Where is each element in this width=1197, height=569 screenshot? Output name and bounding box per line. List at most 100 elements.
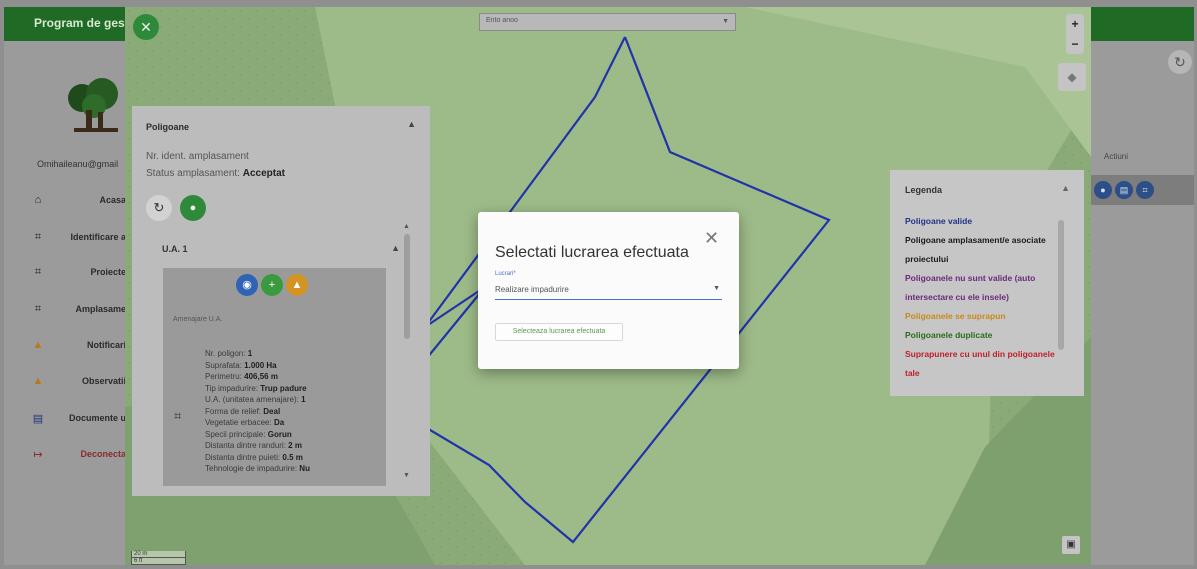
dialog-title: Selectati lucrarea efectuata bbox=[495, 244, 689, 261]
chevron-down-icon: ▼ bbox=[713, 285, 720, 292]
detail-row: Suprafata: 1.000 Ha bbox=[205, 360, 277, 370]
status-value: Acceptat bbox=[242, 168, 285, 179]
eye-icon: ◉ bbox=[242, 279, 252, 291]
legend-item: Poligoanele se suprapun bbox=[905, 311, 1006, 321]
ua-label: U.A. 1 bbox=[162, 244, 188, 254]
scrollbar-thumb[interactable] bbox=[1058, 220, 1064, 350]
legend-item: Poligoane valide bbox=[905, 216, 973, 226]
collapse-icon[interactable]: ▲ bbox=[1061, 183, 1070, 193]
detail-row: Tip impadurire: Trup padure bbox=[205, 383, 307, 393]
plot-select-placeholder: Ento anoo bbox=[486, 17, 518, 24]
work-select[interactable]: Realizare impadurire ▼ bbox=[495, 284, 722, 300]
chevron-up-icon: ▲ bbox=[391, 243, 400, 253]
detail-row: Perimetru: 406,56 m bbox=[205, 372, 278, 381]
sidebar-item-identification[interactable]: ⌗ Identificare a bbox=[30, 227, 126, 247]
detail-row: Nr. poligon: 1 bbox=[205, 349, 253, 358]
sidebar-item-label: Deconecta bbox=[80, 449, 126, 459]
sidebar-item-projects[interactable]: ⌗ Proiecte bbox=[30, 262, 126, 282]
fullscreen-button[interactable]: ▣ bbox=[1062, 536, 1080, 554]
collapse-icon[interactable]: ▲ bbox=[407, 119, 416, 129]
legend-item: Suprapunere cu unul din poligoanele tale bbox=[905, 349, 1055, 378]
scrollbar-thumb[interactable] bbox=[404, 234, 410, 339]
sidebar-item-label: Proiecte bbox=[90, 267, 126, 277]
plot-select[interactable]: Ento anoo ▼ bbox=[479, 13, 736, 31]
ua-accordion-header[interactable]: U.A. 1 ▲ bbox=[150, 240, 404, 262]
detail-row: Specii principale: Gorun bbox=[205, 429, 292, 439]
scroll-up-arrow[interactable]: ▲ bbox=[403, 223, 410, 230]
detail-row: Distanta dintre randuri: 2 m bbox=[205, 441, 302, 450]
polygon-icon: ⌗ bbox=[1142, 185, 1148, 195]
polygon-icon: ⌗ bbox=[34, 230, 42, 243]
sidebar-item-label: Amplasame bbox=[75, 304, 126, 314]
logout-icon: ↦ bbox=[33, 448, 43, 461]
sidebar-item-notifications[interactable]: ▲ Notificari bbox=[30, 335, 126, 355]
view-action-button[interactable]: ● bbox=[1094, 181, 1112, 199]
view-button[interactable]: ◉ bbox=[236, 274, 258, 296]
close-icon[interactable]: ✕ bbox=[704, 228, 719, 249]
sidebar-item-logout[interactable]: ↦ Deconecta bbox=[30, 444, 126, 464]
refresh-icon: ↻ bbox=[1174, 54, 1186, 70]
legend-item: Poligoanele nu sunt valide (auto interse… bbox=[905, 273, 1036, 302]
work-select-value: Realizare impadurire bbox=[495, 285, 569, 294]
map-scale-bar: 20 m 6 ft bbox=[131, 551, 186, 565]
scale-metric: 20 m bbox=[131, 551, 186, 558]
layers-icon: ◆ bbox=[1067, 70, 1077, 84]
polygon-details: Nr. poligon: 1 Suprafata: 1.000 Ha Perim… bbox=[205, 348, 310, 475]
status-label: Status amplasament: bbox=[146, 168, 240, 179]
sidebar-item-home[interactable]: ⌂ Acasa bbox=[30, 190, 126, 210]
zoom-control: + − bbox=[1066, 14, 1084, 54]
zoom-out-button[interactable]: − bbox=[1066, 34, 1084, 54]
scale-imperial: 6 ft bbox=[131, 558, 186, 565]
layers-button[interactable]: ◆ bbox=[1058, 63, 1086, 91]
legend-item: Poligoane amplasament/e asociate proiect… bbox=[905, 235, 1046, 264]
chevron-down-icon: ▼ bbox=[722, 18, 729, 25]
legend-list: Poligoane valide Poligoane amplasament/e… bbox=[905, 212, 1061, 383]
warning-button[interactable]: ▲ bbox=[286, 274, 308, 296]
document-icon: ▤ bbox=[1119, 185, 1129, 195]
scroll-down-arrow[interactable]: ▼ bbox=[403, 472, 410, 479]
polygon-icon: ⌗ bbox=[34, 265, 42, 278]
site-ident-label: Nr. ident. amplasament bbox=[146, 151, 249, 162]
zoom-in-button[interactable]: + bbox=[1066, 14, 1084, 34]
refresh-button[interactable]: ↻ bbox=[1168, 50, 1192, 74]
polygon-card: ◉ + ▲ Amenajare U.A. ⌗ Nr. poligon: 1 Su… bbox=[163, 268, 386, 486]
add-button[interactable]: + bbox=[261, 274, 283, 296]
locate-button[interactable]: ● bbox=[180, 195, 206, 221]
document-icon: ▤ bbox=[32, 412, 44, 425]
document-action-button[interactable]: ▤ bbox=[1115, 181, 1133, 199]
refresh-button[interactable]: ↻ bbox=[146, 195, 172, 221]
work-field-label: Lucrari* bbox=[495, 271, 516, 277]
legend-title: Legenda bbox=[905, 185, 943, 195]
select-work-dialog: Selectati lucrarea efectuata ✕ Lucrari* … bbox=[478, 212, 739, 369]
sidebar-item-label: Acasa bbox=[99, 195, 126, 205]
close-map-button[interactable]: ✕ bbox=[133, 14, 159, 40]
sidebar-item-label: Notificari bbox=[86, 340, 126, 350]
sidebar-item-documents[interactable]: ▤ Documente u bbox=[30, 408, 126, 428]
refresh-icon: ↻ bbox=[153, 200, 165, 215]
polygon-icon: ⌗ bbox=[34, 302, 42, 315]
polygon-action-button[interactable]: ⌗ bbox=[1136, 181, 1154, 199]
close-icon: ✕ bbox=[140, 19, 152, 35]
actions-column-header: Actiuni bbox=[1104, 152, 1129, 161]
sidebar-item-label: Observatii bbox=[81, 376, 126, 386]
detail-row: Tehnologie de impadurire: Nu bbox=[205, 464, 310, 473]
app-title: Program de gesti bbox=[34, 16, 133, 30]
fullscreen-icon: ▣ bbox=[1066, 539, 1076, 550]
eye-icon: ● bbox=[1100, 185, 1106, 195]
warning-icon: ▲ bbox=[291, 279, 303, 291]
legend-panel: Legenda ▲ Poligoane valide Poligoane amp… bbox=[890, 170, 1084, 396]
polygons-panel: Poligoane ▲ Nr. ident. amplasament Statu… bbox=[132, 106, 430, 496]
plus-icon: + bbox=[268, 279, 276, 291]
legend-item: Poligoanele duplicate bbox=[905, 330, 993, 340]
sidebar-item-sites[interactable]: ⌗ Amplasame bbox=[30, 299, 126, 319]
site-status: Status amplasament: Acceptat bbox=[146, 168, 285, 179]
polygon-icon: ⌗ bbox=[174, 408, 182, 423]
home-icon: ⌂ bbox=[34, 194, 42, 206]
warning-icon: ▲ bbox=[32, 375, 44, 387]
confirm-work-button[interactable]: Selecteaza lucrarea efectuata bbox=[495, 323, 623, 341]
sidebar-item-label: Documente u bbox=[68, 413, 126, 423]
map-pin-icon: ● bbox=[189, 202, 197, 214]
sidebar-item-observations[interactable]: ▲ Observatii bbox=[30, 371, 126, 391]
warning-icon: ▲ bbox=[32, 339, 44, 351]
user-email: Omihaileanu@gmail bbox=[37, 159, 119, 169]
